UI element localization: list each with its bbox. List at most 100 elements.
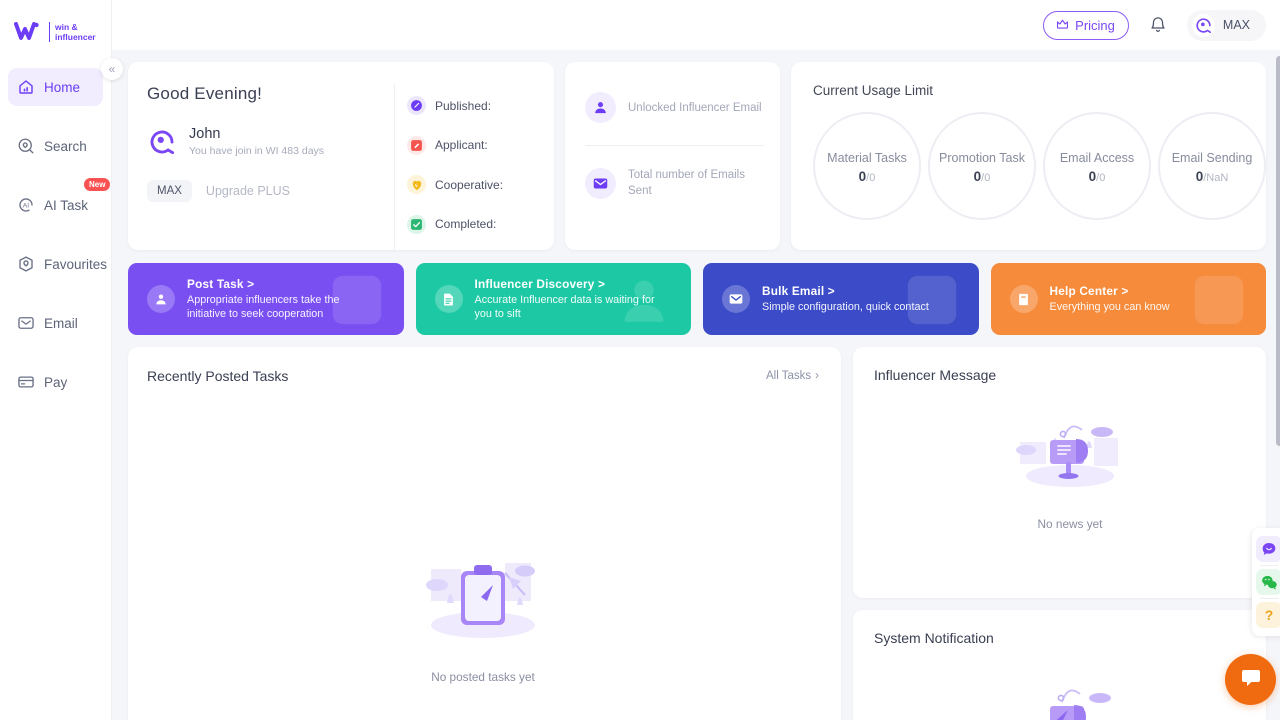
system-notification-card: System Notification (853, 610, 1266, 720)
sidebar: win & influencer « Home (0, 0, 112, 720)
divider (1260, 565, 1278, 566)
greeting-left: Good Evening! John You have join in WI (128, 84, 394, 250)
tile-text: Influencer Discovery > Accurate Influenc… (475, 277, 660, 322)
all-tasks-link[interactable]: All Tasks › (766, 370, 819, 382)
gauge-value: 0/0 (1089, 169, 1106, 184)
envelope-icon (722, 285, 750, 313)
gauge-label: Email Access (1060, 149, 1134, 167)
brand-name: win & influencer (49, 22, 96, 42)
status-label: Completed: (435, 217, 496, 231)
tile-title: Influencer Discovery > (475, 277, 660, 291)
avatar (1192, 14, 1215, 37)
search-icon (17, 137, 35, 155)
unlocked-influencer-email-row: Unlocked Influencer Email (585, 92, 764, 123)
upgrade-plus-link[interactable]: Upgrade PLUS (206, 184, 290, 198)
user-name-label: MAX (1223, 18, 1250, 32)
pricing-button[interactable]: Pricing (1043, 11, 1129, 40)
empty-notification-illustration (1006, 680, 1134, 720)
system-notification-empty-state (874, 680, 1266, 720)
system-notification-title: System Notification (874, 630, 1266, 646)
person-icon (585, 92, 616, 123)
ghost-book-icon (1190, 271, 1248, 334)
tile-title: Post Task > (187, 277, 372, 291)
tasks-empty-text: No posted tasks yet (431, 670, 535, 684)
sidebar-item-favourites[interactable]: Favourites (8, 245, 103, 283)
tile-text: Bulk Email > Simple configuration, quick… (762, 284, 929, 315)
plan-badge: MAX (147, 180, 192, 202)
user-avatar-icon (147, 127, 177, 157)
book-icon (1010, 285, 1038, 313)
tasks-card-header: Recently Posted Tasks All Tasks › (147, 368, 819, 384)
empty-mailbox-illustration (1006, 408, 1134, 509)
empty-clipboard-illustration (413, 547, 553, 662)
status-item-published: Published: (407, 86, 554, 126)
status-item-completed: Completed: (407, 205, 554, 245)
gauge-promotion-task: Promotion Task 0/0 (928, 112, 1036, 220)
tile-text: Help Center > Everything you can know (1050, 284, 1170, 315)
sidebar-item-label: Pay (44, 375, 67, 390)
influencer-message-title: Influencer Message (874, 367, 1266, 383)
sidebar-item-label: Favourites (44, 257, 107, 272)
tile-title: Bulk Email > (762, 284, 929, 298)
tile-title: Help Center > (1050, 284, 1170, 298)
tile-bulk-email[interactable]: Bulk Email > Simple configuration, quick… (703, 263, 979, 335)
usage-limit-card: Current Usage Limit Material Tasks 0/0 P… (791, 62, 1266, 250)
svg-text:AI: AI (23, 203, 30, 210)
help-icon[interactable]: ? (1256, 602, 1280, 628)
sidebar-item-search[interactable]: Search (8, 127, 103, 165)
ai-task-icon: AI (17, 196, 35, 214)
chat-bubble-icon[interactable] (1256, 536, 1280, 562)
top-header: Pricing MAX (112, 0, 1280, 50)
sidebar-collapse-button[interactable]: « (101, 58, 123, 80)
app-root: win & influencer « Home (0, 0, 1280, 720)
user-join-info: You have join in WI 483 days (189, 145, 324, 157)
gauge-value: 0/NaN (1196, 169, 1229, 184)
all-tasks-label: All Tasks (766, 370, 811, 382)
user-menu-button[interactable]: MAX (1187, 10, 1266, 41)
gauge-value: 0/0 (974, 169, 991, 184)
email-stats-card: Unlocked Influencer Email Total number o… (565, 62, 780, 250)
gauge-material-tasks: Material Tasks 0/0 (813, 112, 921, 220)
wechat-icon[interactable] (1256, 569, 1280, 595)
tile-help-center[interactable]: Help Center > Everything you can know (991, 263, 1267, 335)
sidebar-item-home[interactable]: Home (8, 68, 103, 106)
tile-subtitle: Simple configuration, quick contact (762, 300, 929, 315)
sidebar-item-email[interactable]: Email (8, 304, 103, 342)
completed-icon (407, 215, 426, 234)
cooperative-icon (407, 175, 426, 194)
tile-subtitle: Everything you can know (1050, 300, 1170, 315)
divider (585, 145, 764, 146)
gauge-label: Material Tasks (827, 149, 907, 167)
main-column: Pricing MAX (112, 0, 1280, 720)
home-icon (17, 78, 35, 96)
chat-icon (1239, 665, 1263, 694)
plan-row: MAX Upgrade PLUS (147, 180, 394, 202)
dashboard-body: Good Evening! John You have join in WI (112, 50, 1280, 720)
status-label: Published: (435, 99, 491, 113)
sidebar-item-pay[interactable]: Pay (8, 363, 103, 401)
tile-influencer-discovery[interactable]: Influencer Discovery > Accurate Influenc… (416, 263, 692, 335)
influencer-message-empty-state: No news yet (874, 408, 1266, 531)
chevron-right-icon: › (815, 370, 819, 382)
chat-support-button[interactable] (1225, 654, 1276, 705)
email-icon (17, 314, 35, 332)
gauge-label: Promotion Task (939, 149, 1025, 167)
brand-logo[interactable]: win & influencer (0, 0, 111, 50)
usage-gauges: Material Tasks 0/0 Promotion Task 0/0 Em… (813, 112, 1266, 220)
person-circle-icon (147, 285, 175, 313)
recently-posted-tasks-card: Recently Posted Tasks All Tasks › (128, 347, 841, 720)
tile-post-task[interactable]: Post Task > Appropriate influencers take… (128, 263, 404, 335)
crown-icon (1055, 17, 1070, 34)
scrollbar-thumb[interactable] (1276, 56, 1280, 446)
sidebar-item-ai-task[interactable]: AI AI Task New (8, 186, 103, 224)
sidebar-badge-new: New (84, 178, 110, 191)
total-emails-sent-row: Total number of Emails Sent (585, 167, 764, 199)
notification-bell-icon[interactable] (1149, 16, 1167, 34)
sidebar-item-label: Home (44, 80, 80, 95)
greeting-title: Good Evening! (147, 84, 394, 104)
sidebar-item-label: Email (44, 316, 78, 331)
status-item-applicant: Applicant: (407, 126, 554, 166)
logo-mark-icon (14, 22, 44, 42)
published-icon (407, 96, 426, 115)
tile-text: Post Task > Appropriate influencers take… (187, 277, 372, 322)
